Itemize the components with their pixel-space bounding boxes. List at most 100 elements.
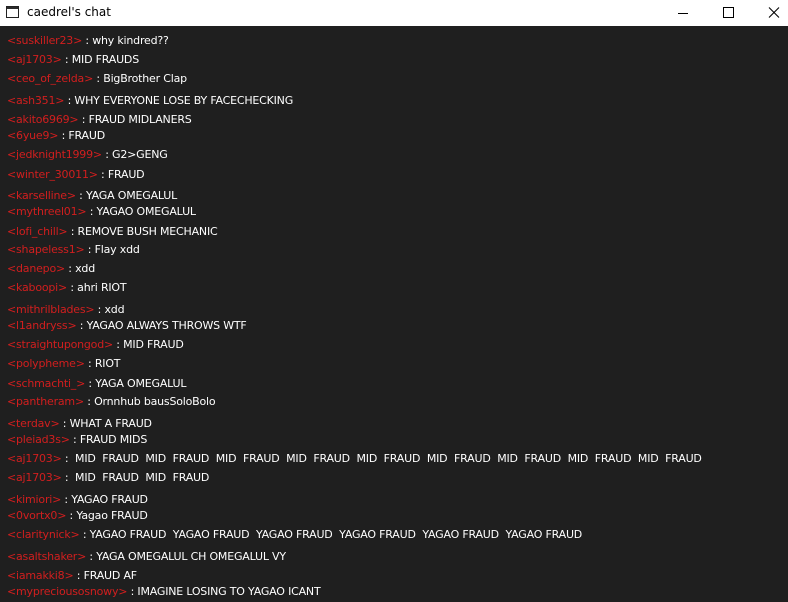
chat-text: YAGAO FRAUD YAGAO FRAUD YAGAO FRAUD YAGA… (89, 528, 583, 541)
chat-message: <mypreciousosnowy> : IMAGINE LOSING TO Y… (7, 585, 321, 598)
chat-text: YAGA OMEGALUL CH OMEGALUL VY (96, 550, 286, 563)
window-title: caedrel's chat (27, 5, 111, 19)
chat-text: YAGAO ALWAYS THROWS WTF (86, 319, 247, 332)
chat-text: MID FRAUD MID FRAUD (71, 471, 210, 484)
chat-username: <aj1703> (7, 471, 62, 484)
chat-message: <jedknight1999> : G2>GENG (7, 148, 168, 161)
chat-text: WHY EVERYONE LOSE BY FACECHECKING (74, 94, 294, 107)
chat-message: <aj1703> : MID FRAUDS (7, 53, 139, 66)
chat-username: <mythreel01> (7, 205, 87, 218)
chat-text: Flay xdd (94, 243, 140, 256)
chat-text: YAGAO FRAUD (71, 493, 148, 506)
minimize-button[interactable] (660, 0, 706, 26)
chat-message: <0vortx0> : Yagao FRAUD (7, 509, 148, 522)
chat-username: <kimiori> (7, 493, 62, 506)
chat-text: Ornnhub bausSoloBolo (94, 395, 216, 408)
chat-username: <claritynick> (7, 528, 80, 541)
chat-username: <6yue9> (7, 129, 59, 142)
chat-text: RIOT (94, 357, 121, 370)
chat-message: <akito6969> : FRAUD MIDLANERS (7, 113, 192, 126)
chat-username: <pleiad3s> (7, 433, 70, 446)
chat-text: IMAGINE LOSING TO YAGAO ICANT (137, 585, 321, 598)
chat-text: FRAUD MIDS (79, 433, 148, 446)
chat-text: Yagao FRAUD (76, 509, 148, 522)
chat-username: <mypreciousosnowy> (7, 585, 128, 598)
chat-message: <danepo> : xdd (7, 262, 95, 275)
chat-username: <ceo_of_zelda> (7, 72, 94, 85)
chat-message: <polypheme> : RIOT (7, 357, 121, 370)
maximize-button[interactable] (705, 0, 751, 26)
chat-text: FRAUD (107, 168, 145, 181)
chat-text: YAGAO OMEGALUL (96, 205, 197, 218)
chat-message: <shapeless1> : Flay xdd (7, 243, 140, 256)
chat-message: <karselline> : YAGA OMEGALUL (7, 189, 178, 202)
chat-text: FRAUD (68, 129, 105, 142)
chat-username: <asaltshaker> (7, 550, 87, 563)
chat-username: <suskiller23> (7, 34, 83, 47)
chat-message: <claritynick> : YAGAO FRAUD YAGAO FRAUD … (7, 528, 583, 541)
chat-username: <jedknight1999> (7, 148, 102, 161)
chat-username: <winter_30011> (7, 168, 98, 181)
chat-username: <mithrilblades> (7, 303, 95, 316)
chat-message: <6yue9> : FRAUD (7, 129, 105, 142)
chat-text: YAGA OMEGALUL (86, 189, 178, 202)
chat-message: <mythreel01> : YAGAO OMEGALUL (7, 205, 197, 218)
chat-username: <terdav> (7, 417, 60, 430)
chat-text: MID FRAUDS (71, 53, 139, 66)
chat-message: <pleiad3s> : FRAUD MIDS (7, 433, 148, 446)
maximize-icon (723, 7, 734, 18)
chat-text: MID FRAUD (123, 338, 184, 351)
chat-username: <kaboopi> (7, 281, 68, 294)
chat-text: why kindred?? (92, 34, 169, 47)
chat-message: <ash351> : WHY EVERYONE LOSE BY FACECHEC… (7, 94, 294, 107)
chat-username: <aj1703> (7, 452, 62, 465)
chat-username: <straightupongod> (7, 338, 114, 351)
chat-log[interactable]: <suskiller23> : why kindred?? <aj1703> :… (0, 27, 788, 602)
chat-message: <pantheram> : Ornnhub bausSoloBolo (7, 395, 216, 408)
chat-message: <schmachti_> : YAGA OMEGALUL (7, 377, 187, 390)
chat-username: <danepo> (7, 262, 66, 275)
chat-text: WHAT A FRAUD (69, 417, 152, 430)
chat-username: <ash351> (7, 94, 65, 107)
window-app-icon (6, 6, 19, 18)
close-button[interactable] (751, 0, 788, 26)
chat-message: <ceo_of_zelda> : BigBrother Clap (7, 72, 187, 85)
chat-username: <pantheram> (7, 395, 84, 408)
chat-username: <aj1703> (7, 53, 62, 66)
chat-username: <iamakki8> (7, 569, 74, 582)
chat-username: <lofi_chill> (7, 225, 68, 238)
chat-text: FRAUD AF (83, 569, 138, 582)
chat-username: <l1andryss> (7, 319, 77, 332)
chat-message: <terdav> : WHAT A FRAUD (7, 417, 152, 430)
chat-message: <mithrilblades> : xdd (7, 303, 125, 316)
chat-text: MID FRAUD MID FRAUD MID FRAUD MID FRAUD … (71, 452, 702, 465)
chat-message: <suskiller23> : why kindred?? (7, 34, 169, 47)
chat-message: <winter_30011> : FRAUD (7, 168, 145, 181)
chat-message: <aj1703> : MID FRAUD MID FRAUD MID FRAUD… (7, 452, 702, 465)
chat-text: YAGA OMEGALUL (95, 377, 187, 390)
chat-username: <shapeless1> (7, 243, 85, 256)
minimize-icon (678, 13, 688, 14)
chat-message: <kaboopi> : ahri RIOT (7, 281, 127, 294)
chat-message: <asaltshaker> : YAGA OMEGALUL CH OMEGALU… (7, 550, 286, 563)
chat-username: <schmachti_> (7, 377, 86, 390)
chat-message: <lofi_chill> : REMOVE BUSH MECHANIC (7, 225, 218, 238)
chat-message: <l1andryss> : YAGAO ALWAYS THROWS WTF (7, 319, 247, 332)
title-bar[interactable]: caedrel's chat (0, 0, 788, 26)
chat-text: BigBrother Clap (103, 72, 187, 85)
chat-window: caedrel's chat <suskiller23> : why kindr… (0, 0, 788, 602)
chat-text: REMOVE BUSH MECHANIC (77, 225, 218, 238)
chat-message: <kimiori> : YAGAO FRAUD (7, 493, 148, 506)
chat-text: G2>GENG (112, 148, 168, 161)
chat-message: <iamakki8> : FRAUD AF (7, 569, 138, 582)
chat-username: <akito6969> (7, 113, 79, 126)
chat-username: <0vortx0> (7, 509, 67, 522)
chat-text: FRAUD MIDLANERS (88, 113, 192, 126)
chat-username: <karselline> (7, 189, 76, 202)
chat-username: <polypheme> (7, 357, 85, 370)
chat-message: <straightupongod> : MID FRAUD (7, 338, 184, 351)
chat-text: xdd (75, 262, 95, 275)
close-icon (768, 7, 780, 18)
chat-message: <aj1703> : MID FRAUD MID FRAUD (7, 471, 210, 484)
chat-text: xdd (104, 303, 125, 316)
